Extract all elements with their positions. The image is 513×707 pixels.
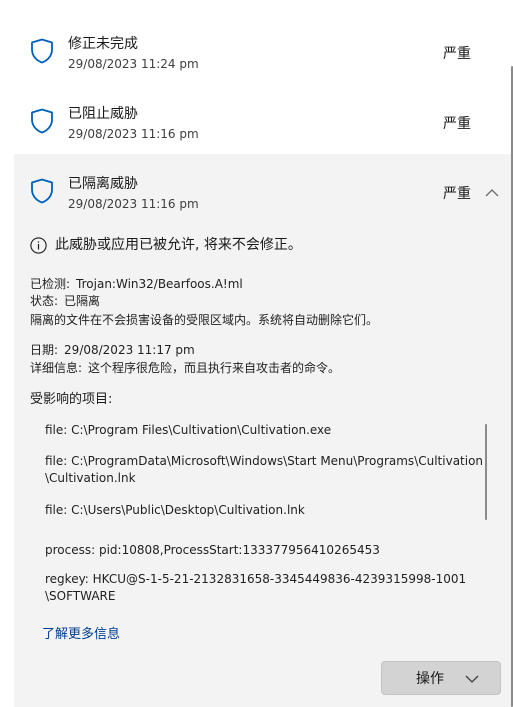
status-label: 状态: (30, 294, 59, 308)
threat-date: 29/08/2023 11:16 pm (68, 197, 199, 211)
threat-item-1[interactable]: 修正未完成 29/08/2023 11:24 pm 严重 (14, 14, 511, 84)
threat-date: 29/08/2023 11:16 pm (68, 127, 199, 141)
shield-icon (31, 178, 53, 204)
details-row: 详细信息: 这个程序很危险，而且执行来自攻击者的命令。 (30, 360, 340, 377)
threat-severity: 严重 (443, 186, 471, 202)
threat-severity: 严重 (443, 116, 471, 132)
affected-item: regkey: HKCU@S-1-5-21-2132831658-3345449… (45, 572, 467, 603)
detected-value: Trojan:Win32/Bearfoos.A!ml (76, 277, 243, 291)
threat-title: 已阻止威胁 (68, 106, 138, 122)
detected-row: 已检测: Trojan:Win32/Bearfoos.A!ml (30, 276, 243, 293)
affected-item: file: C:\ProgramData\Microsoft\Windows\S… (45, 454, 484, 485)
detected-label: 已检测: (30, 277, 71, 291)
status-row: 状态: 已隔离 (30, 293, 100, 310)
affected-items-title: 受影响的项目: (30, 392, 113, 407)
allowed-info-row: 此威胁或应用已被允许, 将来不会修正。 (30, 234, 500, 256)
learn-more-link[interactable]: 了解更多信息 (42, 626, 120, 644)
actions-button-label: 操作 (416, 671, 444, 687)
shield-icon (31, 38, 53, 64)
status-value: 已隔离 (64, 294, 101, 308)
info-message: 此威胁或应用已被允许, 将来不会修正。 (55, 237, 302, 253)
details-value: 这个程序很危险，而且执行来自攻击者的命令。 (88, 361, 341, 375)
protection-history-page: 修正未完成 29/08/2023 11:24 pm 严重 已阻止威胁 29/08… (0, 0, 513, 707)
affected-item: file: C:\Users\Public\Desktop\Cultivatio… (45, 503, 305, 517)
date-value: 29/08/2023 11:17 pm (64, 343, 195, 357)
threat-item-3-header[interactable]: 已隔离威胁 29/08/2023 11:16 pm 严重 (14, 154, 511, 224)
chevron-up-icon[interactable] (484, 187, 500, 199)
quarantine-note: 隔离的文件在不会损害设备的受限区域内。系统将自动删除它们。 (30, 313, 379, 327)
shield-icon (31, 108, 53, 134)
affected-item: process: pid:10808,ProcessStart:13337795… (45, 543, 380, 557)
threat-item-3-expanded: 已隔离威胁 29/08/2023 11:16 pm 严重 此威胁或应用已被允许,… (14, 154, 511, 707)
threat-title: 已隔离威胁 (68, 176, 138, 192)
actions-button[interactable]: 操作 (381, 661, 501, 695)
threat-severity: 严重 (443, 46, 471, 62)
affected-item: file: C:\Program Files\Cultivation\Culti… (45, 423, 332, 437)
date-row: 日期: 29/08/2023 11:17 pm (30, 342, 195, 359)
threat-date: 29/08/2023 11:24 pm (68, 57, 199, 71)
affected-items-list[interactable]: file: C:\Program Files\Cultivation\Culti… (30, 418, 490, 608)
details-label: 详细信息: (30, 361, 83, 375)
affected-list-scrollbar[interactable] (485, 424, 487, 520)
threat-item-2[interactable]: 已阻止威胁 29/08/2023 11:16 pm 严重 (14, 84, 511, 154)
chevron-down-icon (465, 675, 479, 683)
date-label: 日期: (30, 343, 59, 357)
info-icon (30, 237, 47, 254)
threat-title: 修正未完成 (68, 36, 138, 52)
